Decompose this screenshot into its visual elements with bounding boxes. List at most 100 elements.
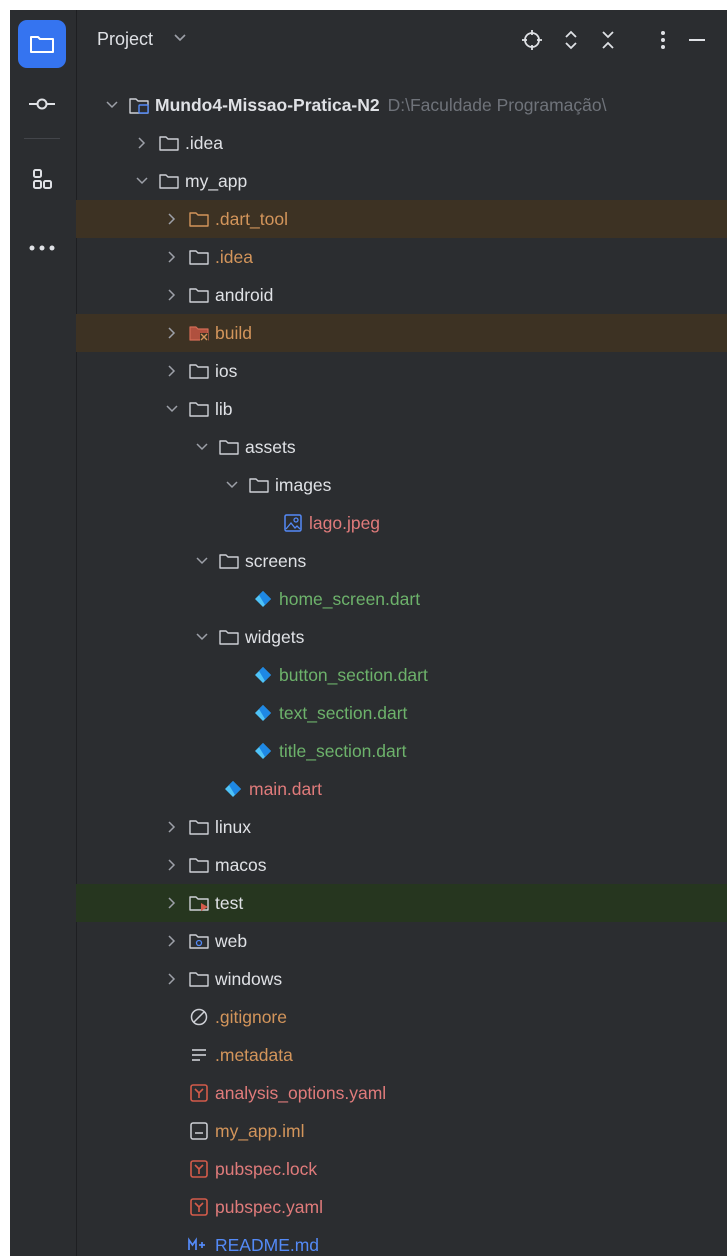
folder-icon (188, 361, 210, 381)
tree-item-label: .gitignore (215, 1006, 287, 1027)
tree-item-linux[interactable]: linux (76, 808, 727, 846)
tree-item-gitignore[interactable]: .gitignore (76, 998, 727, 1036)
chevron-right-icon[interactable] (162, 323, 182, 343)
folder-icon (188, 817, 210, 837)
tree-item-pubspec-yaml[interactable]: pubspec.yaml (76, 1188, 727, 1226)
tree-item-readme[interactable]: README.md (76, 1226, 727, 1256)
tree-item-windows[interactable]: windows (76, 960, 727, 998)
hide-panel-icon[interactable] (686, 29, 708, 51)
tree-item-label: pubspec.yaml (215, 1196, 323, 1217)
project-tool-button[interactable] (18, 20, 66, 68)
tree-item-label: home_screen.dart (279, 588, 421, 609)
folder-icon (188, 399, 210, 419)
tree-item-metadata[interactable]: .metadata (76, 1036, 727, 1074)
tree-item-label: lib (215, 398, 233, 419)
tree-item-title-section-dart[interactable]: title_section.dart (76, 732, 727, 770)
tree-item-label: assets (245, 436, 296, 457)
tree-item-my-app[interactable]: my_app (76, 162, 727, 200)
folder-icon (218, 551, 240, 571)
tree-item-macos[interactable]: macos (76, 846, 727, 884)
tree-item-dart-tool[interactable]: .dart_tool (76, 200, 727, 238)
project-panel: Project Mundo4-Missao-Pratica-N2 D:\Facu… (76, 10, 727, 1256)
chevron-down-icon[interactable] (222, 475, 242, 495)
tree-item-label: ios (215, 360, 238, 381)
tree-item-label: images (275, 474, 332, 495)
tree-item-test[interactable]: test (76, 884, 727, 922)
chevron-right-icon[interactable] (162, 817, 182, 837)
commit-icon (29, 98, 55, 110)
folder-icon (248, 475, 270, 495)
structure-tool-button[interactable] (18, 155, 66, 203)
chevron-down-icon[interactable] (102, 95, 122, 115)
options-menu-icon[interactable] (652, 29, 674, 51)
tree-item-lago-jpeg[interactable]: lago.jpeg (76, 504, 727, 542)
activity-bar-divider (24, 138, 60, 139)
folder-icon (218, 627, 240, 647)
tree-item-label: test (215, 892, 244, 913)
tree-item-button-section-dart[interactable]: button_section.dart (76, 656, 727, 694)
tree-item-label: android (215, 284, 274, 305)
tree-item-pubspec-lock[interactable]: pubspec.lock (76, 1150, 727, 1188)
tree-item-lib[interactable]: lib (76, 390, 727, 428)
chevron-right-icon[interactable] (162, 893, 182, 913)
tree-item-label: .metadata (215, 1044, 293, 1065)
chevron-right-icon[interactable] (162, 361, 182, 381)
tree-item-label: web (215, 930, 248, 951)
chevron-down-icon[interactable] (192, 437, 212, 457)
folder-icon (158, 171, 180, 191)
project-view-selector[interactable]: Project (97, 29, 153, 50)
folder-icon (188, 285, 210, 305)
web-folder-icon (188, 931, 210, 951)
tree-item-build[interactable]: build (76, 314, 727, 352)
collapse-all-icon[interactable] (597, 29, 619, 51)
activity-bar (10, 10, 77, 1256)
chevron-down-icon[interactable] (174, 34, 186, 42)
chevron-right-icon[interactable] (162, 931, 182, 951)
chevron-right-icon[interactable] (132, 133, 152, 153)
yaml-file-icon (188, 1083, 210, 1103)
chevron-down-icon[interactable] (162, 399, 182, 419)
tree-item-my-app-iml[interactable]: my_app.iml (76, 1112, 727, 1150)
tree-item-idea[interactable]: .idea (76, 238, 727, 276)
tree-item-label: main.dart (249, 778, 322, 799)
tree-item-android[interactable]: android (76, 276, 727, 314)
tree-item-label: my_app.iml (215, 1120, 305, 1141)
tree-item-idea[interactable]: .idea (76, 124, 727, 162)
tree-item-widgets[interactable]: widgets (76, 618, 727, 656)
folder-icon (188, 855, 210, 875)
chevron-down-icon[interactable] (132, 171, 152, 191)
project-tree: Mundo4-Missao-Pratica-N2 D:\Faculdade Pr… (76, 86, 727, 1256)
tree-item-assets[interactable]: assets (76, 428, 727, 466)
tree-item-web[interactable]: web (76, 922, 727, 960)
excluded-folder-icon (188, 209, 210, 229)
chevron-right-icon[interactable] (162, 969, 182, 989)
tree-item-text-section-dart[interactable]: text_section.dart (76, 694, 727, 732)
chevron-right-icon[interactable] (162, 209, 182, 229)
tree-item-ios[interactable]: ios (76, 352, 727, 390)
chevron-right-icon[interactable] (162, 285, 182, 305)
tree-item-main-dart[interactable]: main.dart (76, 770, 727, 808)
more-horizontal-icon (29, 245, 55, 251)
locate-icon[interactable] (521, 29, 543, 51)
expand-all-icon[interactable] (560, 29, 582, 51)
tree-item-root[interactable]: Mundo4-Missao-Pratica-N2 D:\Faculdade Pr… (76, 86, 727, 124)
root-path: D:\Faculdade Programação\ (387, 94, 607, 115)
folder-icon (218, 437, 240, 457)
more-tools-button[interactable] (18, 224, 66, 272)
yaml-file-icon (188, 1159, 210, 1179)
chevron-down-icon[interactable] (192, 627, 212, 647)
chevron-right-icon[interactable] (162, 855, 182, 875)
chevron-down-icon[interactable] (192, 551, 212, 571)
chevron-right-icon[interactable] (162, 247, 182, 267)
commit-tool-button[interactable] (18, 80, 66, 128)
tree-item-label: button_section.dart (279, 664, 428, 685)
tree-item-analysis-options[interactable]: analysis_options.yaml (76, 1074, 727, 1112)
tree-item-images[interactable]: images (76, 466, 727, 504)
module-folder-icon (128, 95, 150, 115)
tree-item-screens[interactable]: screens (76, 542, 727, 580)
structure-icon (33, 169, 52, 189)
folder-icon (188, 247, 210, 267)
dart-file-icon (252, 665, 274, 685)
dart-file-icon (222, 779, 244, 799)
tree-item-home-screen-dart[interactable]: home_screen.dart (76, 580, 727, 618)
